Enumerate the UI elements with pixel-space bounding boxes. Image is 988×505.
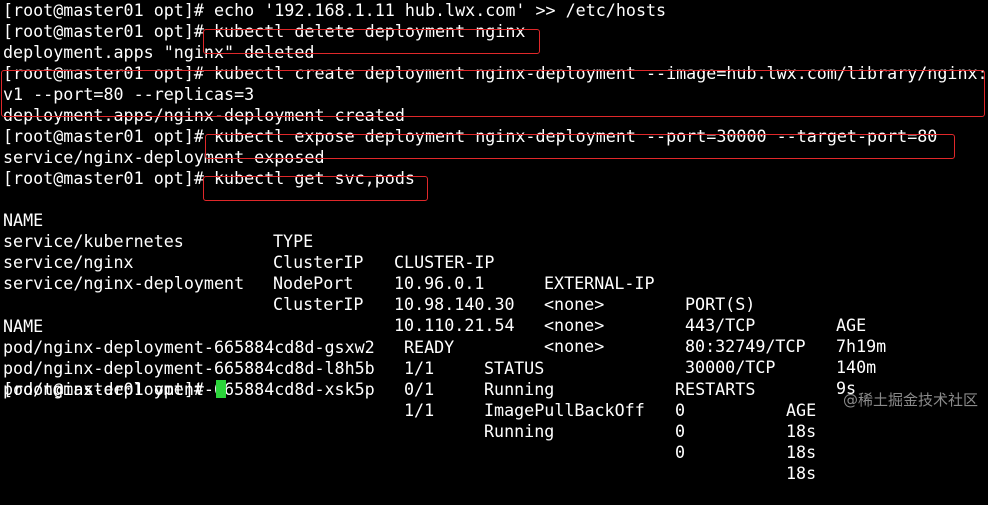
prompt-line[interactable]: [root@master01 opt]# — [3, 379, 226, 400]
pod-ready: 1/1 — [404, 400, 435, 420]
table-row: service/nginx NodePort 10.98.140.30 <non… — [3, 231, 876, 377]
output-line: deployment.apps/nginx-deployment created — [3, 105, 405, 125]
svc-col-cluster-ip: CLUSTER-IP — [394, 252, 495, 272]
output-line: deployment.apps "nginx" deleted — [3, 42, 315, 62]
terminal-window[interactable]: [root@master01 opt]# echo '192.168.1.11 … — [0, 0, 988, 483]
table-row: pod/nginx-deployment-665884cd8d-l8h5b 0/… — [3, 337, 816, 462]
svc-col-ports: PORT(S) — [685, 294, 756, 314]
pod-table-header: NAME READY STATUS RESTARTS AGE — [3, 295, 816, 420]
svc-ports: 30000/TCP — [685, 357, 776, 377]
svc-external-ip: <none> — [544, 336, 605, 356]
cursor-block — [215, 380, 226, 398]
command-line: [root@master01 opt]# kubectl delete depl… — [3, 21, 526, 41]
pod-ready: 0/1 — [404, 379, 435, 399]
svc-col-external-ip: EXTERNAL-IP — [544, 273, 655, 293]
command-line: [root@master01 opt]# kubectl expose depl… — [3, 126, 938, 146]
pod-restarts: 0 — [675, 421, 686, 441]
command-line: [root@master01 opt]# kubectl create depl… — [3, 63, 988, 83]
watermark-text: @稀土掘金技术社区 — [842, 391, 978, 409]
svc-type: NodePort — [273, 273, 354, 293]
svc-table-header: NAME TYPE CLUSTER-IP EXTERNAL-IP PORT(S)… — [3, 189, 866, 335]
pod-col-restarts: RESTARTS — [675, 379, 756, 399]
svc-cluster-ip: 10.96.0.1 — [394, 273, 485, 293]
svc-type: ClusterIP — [273, 252, 364, 272]
pod-restarts: 0 — [675, 400, 686, 420]
output-line: service/nginx-deployment exposed — [3, 147, 325, 167]
svc-col-age: AGE — [836, 315, 867, 335]
svc-ports: 443/TCP — [685, 315, 756, 335]
output-line: [root@master01 opt]# echo '192.168.1.11 … — [3, 0, 667, 20]
pod-status: ImagePullBackOff — [484, 400, 645, 420]
pod-col-ready: READY — [404, 337, 455, 357]
pod-restarts: 0 — [675, 442, 686, 462]
prompt-text: [root@master01 opt]# — [3, 379, 204, 399]
svc-type: ClusterIP — [273, 294, 364, 314]
command-line: [root@master01 opt]# kubectl get svc,pod… — [3, 168, 415, 188]
table-row: pod/nginx-deployment-665884cd8d-gsxw2 1/… — [3, 316, 816, 441]
command-line-continuation: v1 --port=80 --replicas=3 — [3, 84, 255, 104]
svc-ports: 80:32749/TCP — [685, 336, 806, 356]
pod-status: Running — [484, 379, 555, 399]
pod-col-age: AGE — [786, 400, 817, 420]
svc-external-ip: <none> — [544, 294, 605, 314]
pod-age: 18s — [786, 463, 817, 483]
pod-col-status: STATUS — [484, 358, 545, 378]
table-row: pod/nginx-deployment-665884cd8d-xsk5p 1/… — [3, 358, 816, 483]
table-row: service/kubernetes ClusterIP 10.96.0.1 <… — [3, 210, 886, 356]
svc-col-type: TYPE — [273, 231, 314, 251]
pod-status: Running — [484, 421, 555, 441]
svc-cluster-ip: 10.110.21.54 — [394, 315, 515, 335]
svc-age: 7h19m — [836, 336, 887, 356]
pod-ready: 1/1 — [404, 358, 435, 378]
pod-age: 18s — [786, 442, 817, 462]
svc-cluster-ip: 10.98.140.30 — [394, 294, 515, 314]
svc-name: service/nginx-deployment — [3, 273, 245, 293]
svc-external-ip: <none> — [544, 315, 605, 335]
pod-age: 18s — [786, 421, 817, 441]
svc-age: 140m — [836, 357, 877, 377]
table-row: service/nginx-deployment ClusterIP 10.11… — [3, 252, 856, 398]
